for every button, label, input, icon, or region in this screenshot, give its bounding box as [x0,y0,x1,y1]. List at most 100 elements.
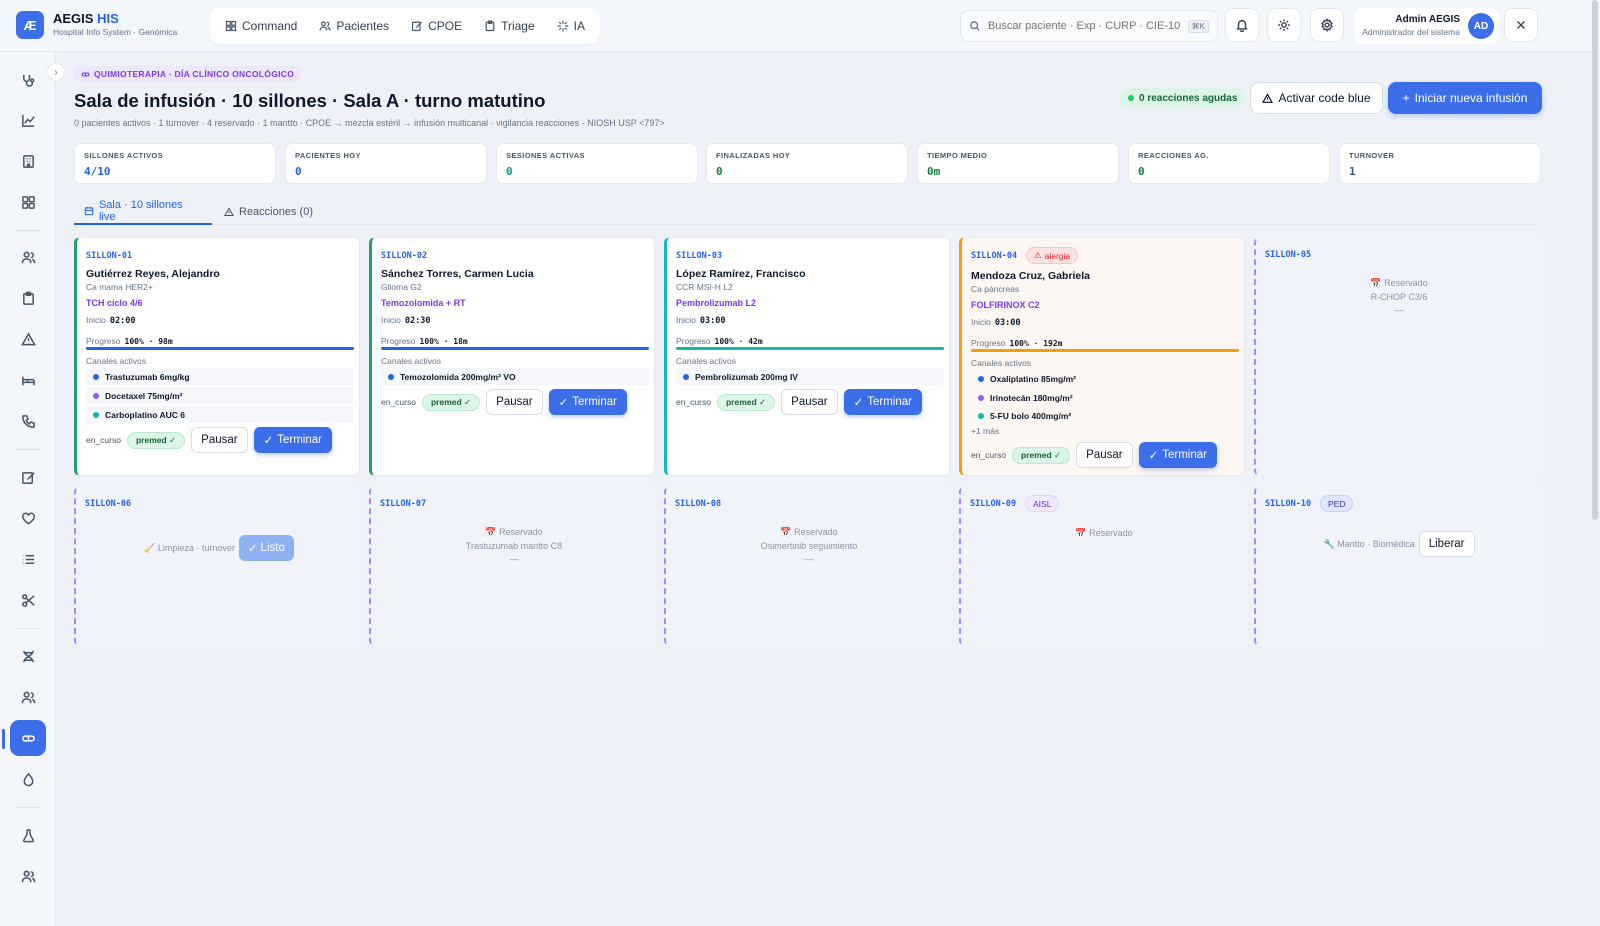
release-button[interactable]: Liberar [1418,531,1475,557]
channel-name: Docetaxel 75mg/m² [105,390,183,401]
patient-diagnosis: CCR MSI-H L2 [676,282,733,292]
sparkle-icon [557,20,568,32]
nav-triage[interactable]: Triage [475,12,544,40]
allergy-label: alergia [1044,250,1071,261]
chair-card-06[interactable]: SILLON-06 🧹 Limpieza · turnover ✓ Listo [74,486,360,646]
chair-card-04[interactable]: SILLON-04 ⚠ alergia Mendoza Cruz, Gabriel… [959,237,1245,476]
channel-item: 5-FU bolo 400mg/m² [971,407,1239,424]
sidebar-item-notes[interactable] [10,459,46,495]
brand-name-accent: HIS [97,11,119,26]
close-button[interactable] [1504,8,1538,42]
start-label: Inicio [676,315,696,325]
nav-triage-label: Triage [501,19,535,33]
settings-button[interactable] [1310,8,1344,42]
chair-card-07[interactable]: SILLON-07 📅 Reservado Trastuzumab mantto… [369,486,655,646]
sidebar-item-blood[interactable] [10,761,46,797]
new-infusion-label: Iniciar nueva infusión [1414,91,1528,105]
chair-card-10[interactable]: SILLON-10 PED 🔧 Mantto · Biomédica Liber… [1254,486,1540,646]
sidebar-item-analytics[interactable] [10,102,46,138]
ready-button[interactable]: ✓ Listo [238,535,294,561]
nav-pacientes[interactable]: Pacientes [310,12,398,40]
nav-cpoe[interactable]: CPOE [402,12,471,40]
edit-icon [411,21,422,32]
sidebar-item-patients[interactable] [10,239,46,275]
theme-toggle-button[interactable] [1267,8,1301,42]
avatar[interactable]: AD [1468,13,1494,39]
sidebar-collapse-button[interactable]: › [47,63,65,81]
channel-dot-icon [93,392,99,399]
pill-icon [81,72,90,76]
user-menu[interactable]: Admin AEGIS Administrador del sistema AD [1354,8,1500,44]
sidebar-item-phone[interactable] [10,403,46,439]
turnover-label: 🧹 Limpieza · turnover [144,542,235,553]
more-channels[interactable]: +1 más [971,426,999,436]
sidebar-item-alerts[interactable] [10,321,46,357]
code-blue-button[interactable]: Activar code blue [1250,82,1383,114]
page-scrollbar[interactable] [1592,0,1598,520]
channel-name: Trastuzumab 6mg/kg [105,371,190,382]
chevron-right-icon: › [54,66,58,78]
status-label: en_curso [381,397,416,407]
pause-button[interactable]: Pausar [781,389,838,415]
chair-card-02[interactable]: SILLON-02 Sánchez Torres, Carmen Lucia G… [369,237,655,476]
end-button[interactable]: ✓ Terminar [843,389,922,415]
sidebar-item-team[interactable] [10,858,46,894]
grid-icon [225,20,237,32]
sidebar-item-clinical[interactable] [10,62,46,98]
module-tag: QUIMIOTERAPIA · DÍA CLÍNICO ONCOLÓGICO [74,66,302,82]
search-input[interactable] [987,20,1181,32]
chair-id: SILLON-03 [676,251,723,261]
sidebar-item-cardio[interactable] [10,500,46,536]
tab-sala[interactable]: Sala · 10 sillones live [74,199,212,225]
sidebar-item-surgery[interactable] [10,582,46,618]
chair-card-09[interactable]: SILLON-09 AISL 📅 Reservado [959,486,1245,646]
status-row: en_curso premed ✓ Pausar ✓ Terminar [381,389,627,415]
sidebar-item-lab[interactable] [10,817,46,853]
calendar-icon [84,206,94,216]
channel-name: Oxaliplatino 85mg/m² [990,373,1076,384]
chair-card-08[interactable]: SILLON-08 📅 Reservado Osimertinib seguim… [664,486,950,646]
sidebar-item-staff[interactable] [10,679,46,715]
sidebar-item-dna[interactable] [10,638,46,674]
nav-ia[interactable]: IA [548,12,594,40]
tab-reacciones[interactable]: Reacciones (0) [214,199,323,225]
pause-button[interactable]: Pausar [486,389,543,415]
stethoscope-icon [22,74,34,87]
channel-item: Trastuzumab 6mg/kg [86,368,354,385]
sidebar-item-orders[interactable] [10,280,46,316]
start-value: 02:00 [109,316,136,326]
chair-card-01[interactable]: SILLON-01 Gutiérrez Reyes, Alejandro Ca … [74,237,360,476]
app-logo[interactable]: Æ [16,11,44,39]
end-label: Terminar [277,434,322,446]
progress-value: 100% · 192m [1009,339,1063,348]
new-infusion-button[interactable]: + Iniciar nueva infusión [1388,82,1542,114]
patient-name: Sánchez Torres, Carmen Lucia [381,268,534,280]
sidebar-item-infusion[interactable] [10,720,46,756]
chair-id: SILLON-08 [675,499,722,509]
global-search[interactable]: ⌘K [960,10,1218,42]
chair-card-03[interactable]: SILLON-03 López Ramírez, Francisco CCR M… [664,237,950,476]
search-icon [970,21,980,31]
progress-bar [676,347,944,350]
nav-command[interactable]: Command [216,12,306,40]
sidebar-item-hospital[interactable] [10,143,46,179]
sidebar-item-beds[interactable] [10,362,46,398]
progress-fill [381,347,649,350]
end-button[interactable]: ✓ Terminar [1138,442,1217,468]
notifications-button[interactable] [1225,8,1259,42]
pill-icon [21,734,35,742]
sidebar-item-modules[interactable] [10,184,46,220]
pause-button[interactable]: Pausar [191,427,248,453]
users-icon [319,21,331,31]
sun-icon [1278,19,1290,31]
stat-value: 0 [1138,165,1145,178]
stat-value: 0m [927,165,941,178]
chair-id: SILLON-07 [380,499,427,509]
pause-button[interactable]: Pausar [1076,442,1133,468]
drop-icon [23,772,33,786]
end-button[interactable]: ✓ Terminar [548,389,627,415]
chair-card-05[interactable]: SILLON-05 📅 Reservado R-CHOP C3/6 — [1254,237,1540,476]
end-button[interactable]: ✓ Terminar [253,427,332,453]
sidebar-item-lists[interactable] [10,541,46,577]
warning-icon [224,207,234,216]
